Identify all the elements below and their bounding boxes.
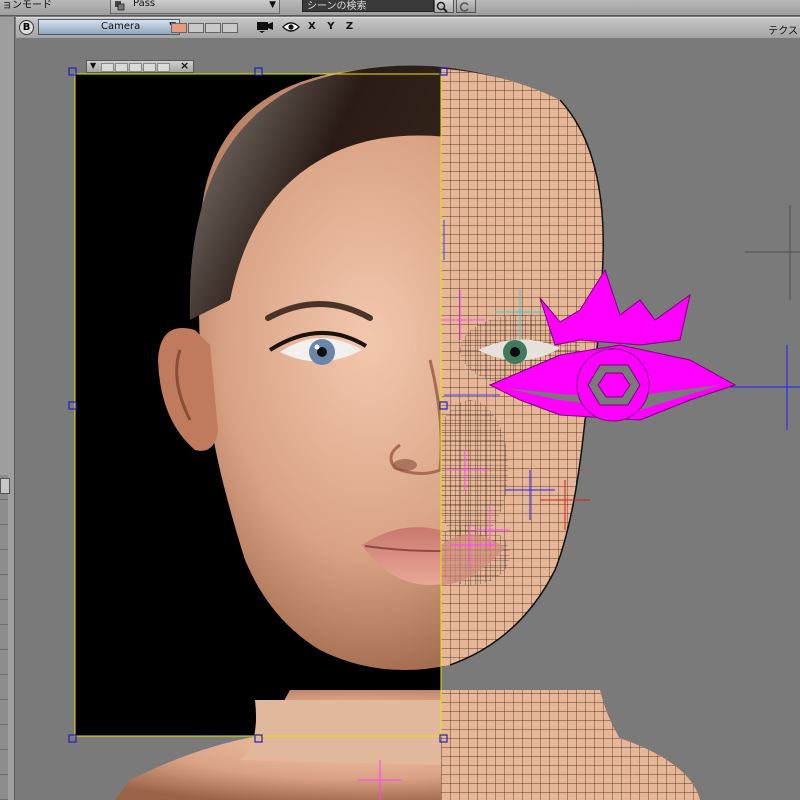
pass-label: Pass [133, 0, 156, 9]
panel-slot[interactable] [143, 63, 156, 72]
camera-icon[interactable] [256, 20, 274, 34]
close-icon[interactable]: × [180, 59, 189, 72]
axes-toggle-label[interactable]: X Y Z [308, 21, 357, 32]
3d-viewport[interactable] [16, 38, 800, 800]
chevron-down-icon[interactable]: ▼ [90, 61, 96, 70]
viewport-toolbar: B Camera ▼ X Y Z テクス [16, 17, 800, 39]
interaction-mode-label[interactable]: ョンモード [2, 0, 52, 11]
search-button[interactable] [434, 0, 454, 13]
pass-selector[interactable]: Pass ▼ [110, 0, 280, 14]
panel-slot[interactable] [101, 63, 114, 72]
search-icon [436, 1, 448, 13]
floating-view-panel[interactable]: ▼ × [86, 59, 194, 73]
camera-select[interactable]: Camera ▼ [38, 19, 180, 35]
panel-slot[interactable] [157, 63, 170, 72]
display-mode-swatch[interactable] [222, 23, 238, 33]
left-panel-list[interactable] [0, 475, 8, 800]
display-mode-swatch[interactable] [188, 23, 204, 33]
pass-layers-icon [115, 1, 125, 11]
texture-label[interactable]: テクス [768, 22, 798, 37]
scene-render [68, 65, 800, 800]
panel-slot[interactable] [115, 63, 128, 72]
left-panel-button[interactable] [0, 478, 10, 494]
panel-slot[interactable] [129, 63, 142, 72]
scene-search-input[interactable]: シーンの検索 [302, 0, 434, 12]
refresh-icon [459, 2, 469, 12]
top-menu-bar: ョンモード Pass ▼ シーンの検索 [0, 0, 800, 16]
scene-search-text: シーンの検索 [307, 1, 367, 12]
camera-label: Camera [101, 21, 141, 32]
chevron-down-icon: ▼ [269, 0, 276, 10]
display-mode-swatch[interactable] [205, 23, 221, 33]
display-mode-swatch[interactable] [171, 23, 187, 33]
viewport-b-button[interactable]: B [19, 20, 34, 35]
eye-icon[interactable] [282, 21, 300, 33]
refresh-button[interactable] [456, 0, 476, 13]
